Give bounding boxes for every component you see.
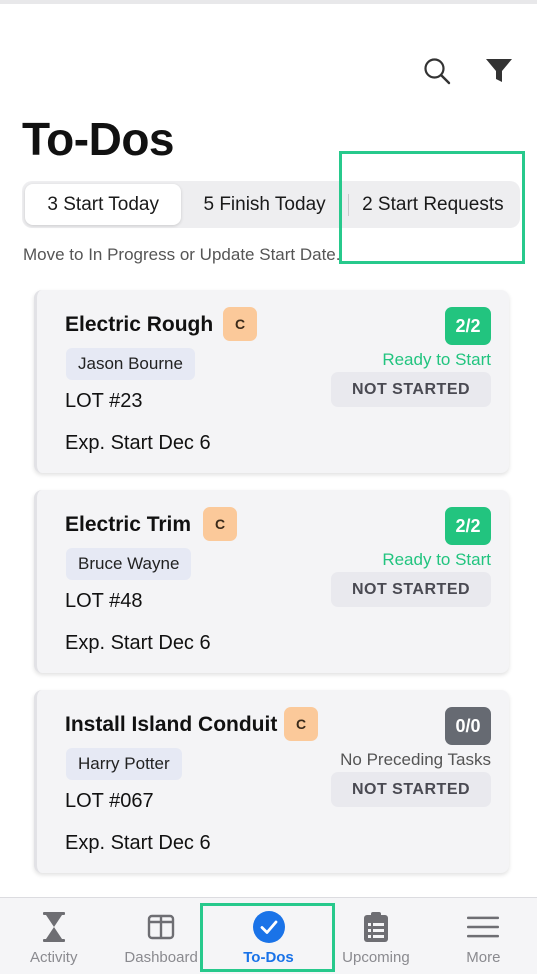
expected-start: Exp. Start Dec 6 [65,832,211,854]
page-title: To-Dos [22,113,175,165]
lot-number: LOT #067 [65,790,154,812]
category-badge: C [284,707,318,741]
task-title: Install Island Conduit [65,713,278,736]
readiness-text: Ready to Start [382,350,491,369]
category-badge: C [203,507,237,541]
expected-start: Exp. Start Dec 6 [65,632,211,654]
instruction-text: Move to In Progress or Update Start Date… [23,245,341,264]
tab-upcoming[interactable]: Upcoming [322,898,429,974]
task-card[interactable]: Electric Trim C Bruce Wayne LOT #48 Exp.… [34,490,509,673]
todos-tab-highlight [200,903,335,972]
expected-start: Exp. Start Dec 6 [65,432,211,454]
lot-number: LOT #23 [65,390,143,412]
predecessor-count-badge: 2/2 [445,507,491,545]
task-card[interactable]: Electric Rough C Jason Bourne LOT #23 Ex… [34,290,509,473]
status-button[interactable]: NOT STARTED [331,572,491,607]
status-button[interactable]: NOT STARTED [331,772,491,807]
tab-dashboard[interactable]: Dashboard [107,898,214,974]
assignee-chip: Jason Bourne [66,348,195,380]
task-title: Electric Rough [65,313,214,336]
category-badge: C [223,307,257,341]
top-divider [0,0,537,4]
lot-number: LOT #48 [65,590,143,612]
clipboard-icon [360,911,392,943]
tab-label: Dashboard [124,949,198,966]
tab-label: More [466,949,501,966]
tab-finish-today[interactable]: 5 Finish Today [181,184,347,225]
tab-activity[interactable]: Activity [0,898,107,974]
filter-icon[interactable] [483,55,515,87]
tab-start-today[interactable]: 3 Start Today [25,184,182,225]
readiness-text: Ready to Start [382,550,491,569]
tab-more[interactable]: More [430,898,537,974]
tab-label: Activity [29,949,78,966]
header-actions [421,55,515,87]
menu-icon [467,911,500,943]
dashboard-icon [145,911,177,943]
hourglass-icon [38,911,70,943]
task-card[interactable]: Install Island Conduit C Harry Potter LO… [34,690,509,873]
task-title: Electric Trim [65,513,192,536]
predecessor-count-badge: 2/2 [445,307,491,345]
assignee-chip: Harry Potter [66,748,182,780]
assignee-chip: Bruce Wayne [66,548,192,580]
search-icon[interactable] [421,55,453,87]
tab-label: Upcoming [342,949,410,966]
start-requests-highlight [339,151,525,264]
readiness-text: No Preceding Tasks [340,750,491,769]
status-button[interactable]: NOT STARTED [331,372,491,407]
predecessor-count-badge: 0/0 [445,707,491,745]
